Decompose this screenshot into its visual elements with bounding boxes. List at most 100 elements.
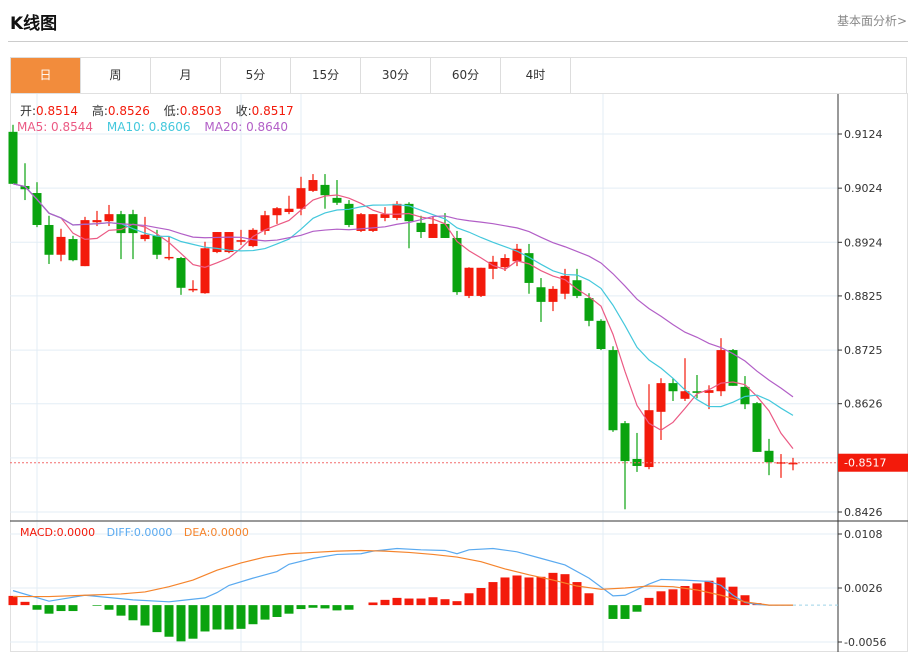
candle-body <box>152 235 162 255</box>
candle <box>128 209 138 260</box>
macd-bar <box>380 599 390 606</box>
macd-tick-label: 0.0026 <box>844 582 883 595</box>
candle <box>548 286 558 312</box>
macd-bar <box>692 583 702 606</box>
macd-bar <box>104 605 114 610</box>
candle-body <box>344 203 354 225</box>
candle <box>632 432 642 472</box>
candle <box>44 215 54 264</box>
candle <box>476 267 486 298</box>
macd-bar <box>512 575 522 606</box>
candle <box>344 200 354 228</box>
macd-bar <box>188 605 198 639</box>
low-label: 低: <box>163 104 180 118</box>
candle <box>740 376 750 410</box>
macd-bar <box>68 605 78 612</box>
macd-bar <box>152 605 162 633</box>
price-tick-label: 0.9124 <box>844 128 883 141</box>
candle-body <box>500 258 510 268</box>
macd-bar <box>32 605 42 610</box>
macd-bar <box>260 605 270 620</box>
macd-bar <box>560 574 570 606</box>
candle <box>212 232 222 254</box>
candle <box>752 402 762 452</box>
candle <box>116 210 126 260</box>
macd-bar <box>20 601 30 606</box>
candle <box>248 228 258 248</box>
candle-body <box>620 423 630 462</box>
macd-bar <box>248 605 258 625</box>
macd-bar <box>44 605 54 614</box>
candle-body <box>440 223 450 238</box>
ma20-value: MA20: 0.8640 <box>204 120 289 134</box>
macd-bar <box>644 597 654 606</box>
candle <box>608 346 618 432</box>
macd-bar <box>92 605 102 606</box>
candle <box>764 438 774 476</box>
ohlc-legend: 开:0.8514 高:0.8526 低:0.8503 收:0.8517 <box>20 102 298 119</box>
candle <box>572 268 582 299</box>
candle <box>620 421 630 510</box>
candle <box>404 202 414 249</box>
candle <box>524 243 534 294</box>
macd-bar <box>176 605 186 642</box>
candle <box>464 267 474 299</box>
current-price-label: -0.8517 <box>844 457 886 470</box>
diff-value: DIFF:0.0000 <box>106 526 173 539</box>
candle <box>272 207 282 224</box>
candle-body <box>788 462 798 465</box>
candle <box>596 319 606 351</box>
candle-body <box>296 188 306 209</box>
macd-bar <box>440 599 450 606</box>
macd-bar <box>524 577 534 606</box>
candle-body <box>68 239 78 261</box>
candle <box>320 174 330 209</box>
macd-bar <box>164 605 174 637</box>
candle <box>332 180 342 205</box>
macd-bar <box>608 605 618 619</box>
candle-body <box>272 208 282 216</box>
macd-bar <box>56 605 66 612</box>
macd-bar <box>632 605 642 612</box>
candle <box>488 255 498 280</box>
candle-body <box>188 288 198 291</box>
candle <box>704 385 714 410</box>
candle-body <box>140 234 150 240</box>
kline-chart[interactable]: 0.9124 0.9024 0.8924 0.8825 0.8725 0.8626 0.84… <box>0 0 915 653</box>
candle-body <box>452 237 462 293</box>
candle <box>68 235 78 262</box>
open-value: 0.8514 <box>36 104 79 118</box>
macd-bar <box>272 605 282 617</box>
candle <box>788 457 798 471</box>
macd-bar <box>8 595 18 606</box>
candle-body <box>308 180 318 191</box>
macd-bar <box>668 589 678 606</box>
open-label: 开: <box>20 104 37 118</box>
macd-bar <box>464 593 474 606</box>
ma5-value: MA5: 0.8544 <box>17 120 94 134</box>
candle-body <box>608 350 618 431</box>
macd-value: MACD:0.0000 <box>20 526 96 539</box>
candle <box>692 374 702 399</box>
candle <box>584 293 594 327</box>
ma10-value: MA10: 0.8606 <box>106 120 191 134</box>
candle-body <box>176 258 186 288</box>
candle-body <box>752 403 762 452</box>
candle-body <box>164 256 174 259</box>
candle-body <box>32 193 42 225</box>
candle-body <box>416 222 426 233</box>
candle <box>308 174 318 192</box>
macd-bar <box>404 598 414 606</box>
price-tick-label: 0.8426 <box>844 506 883 519</box>
macd-bar <box>212 605 222 630</box>
candle-body <box>476 267 486 296</box>
macd-bar <box>428 597 438 606</box>
macd-bar <box>536 576 546 606</box>
ma-legend: MA5: 0.8544 MA10: 0.8606 MA20: 0.8640 <box>17 120 292 134</box>
candle-body <box>548 288 558 302</box>
macd-bar <box>476 588 486 606</box>
candle-body <box>464 267 474 296</box>
macd-bar <box>308 605 318 608</box>
candle <box>536 278 546 322</box>
close-label: 收: <box>235 104 252 118</box>
